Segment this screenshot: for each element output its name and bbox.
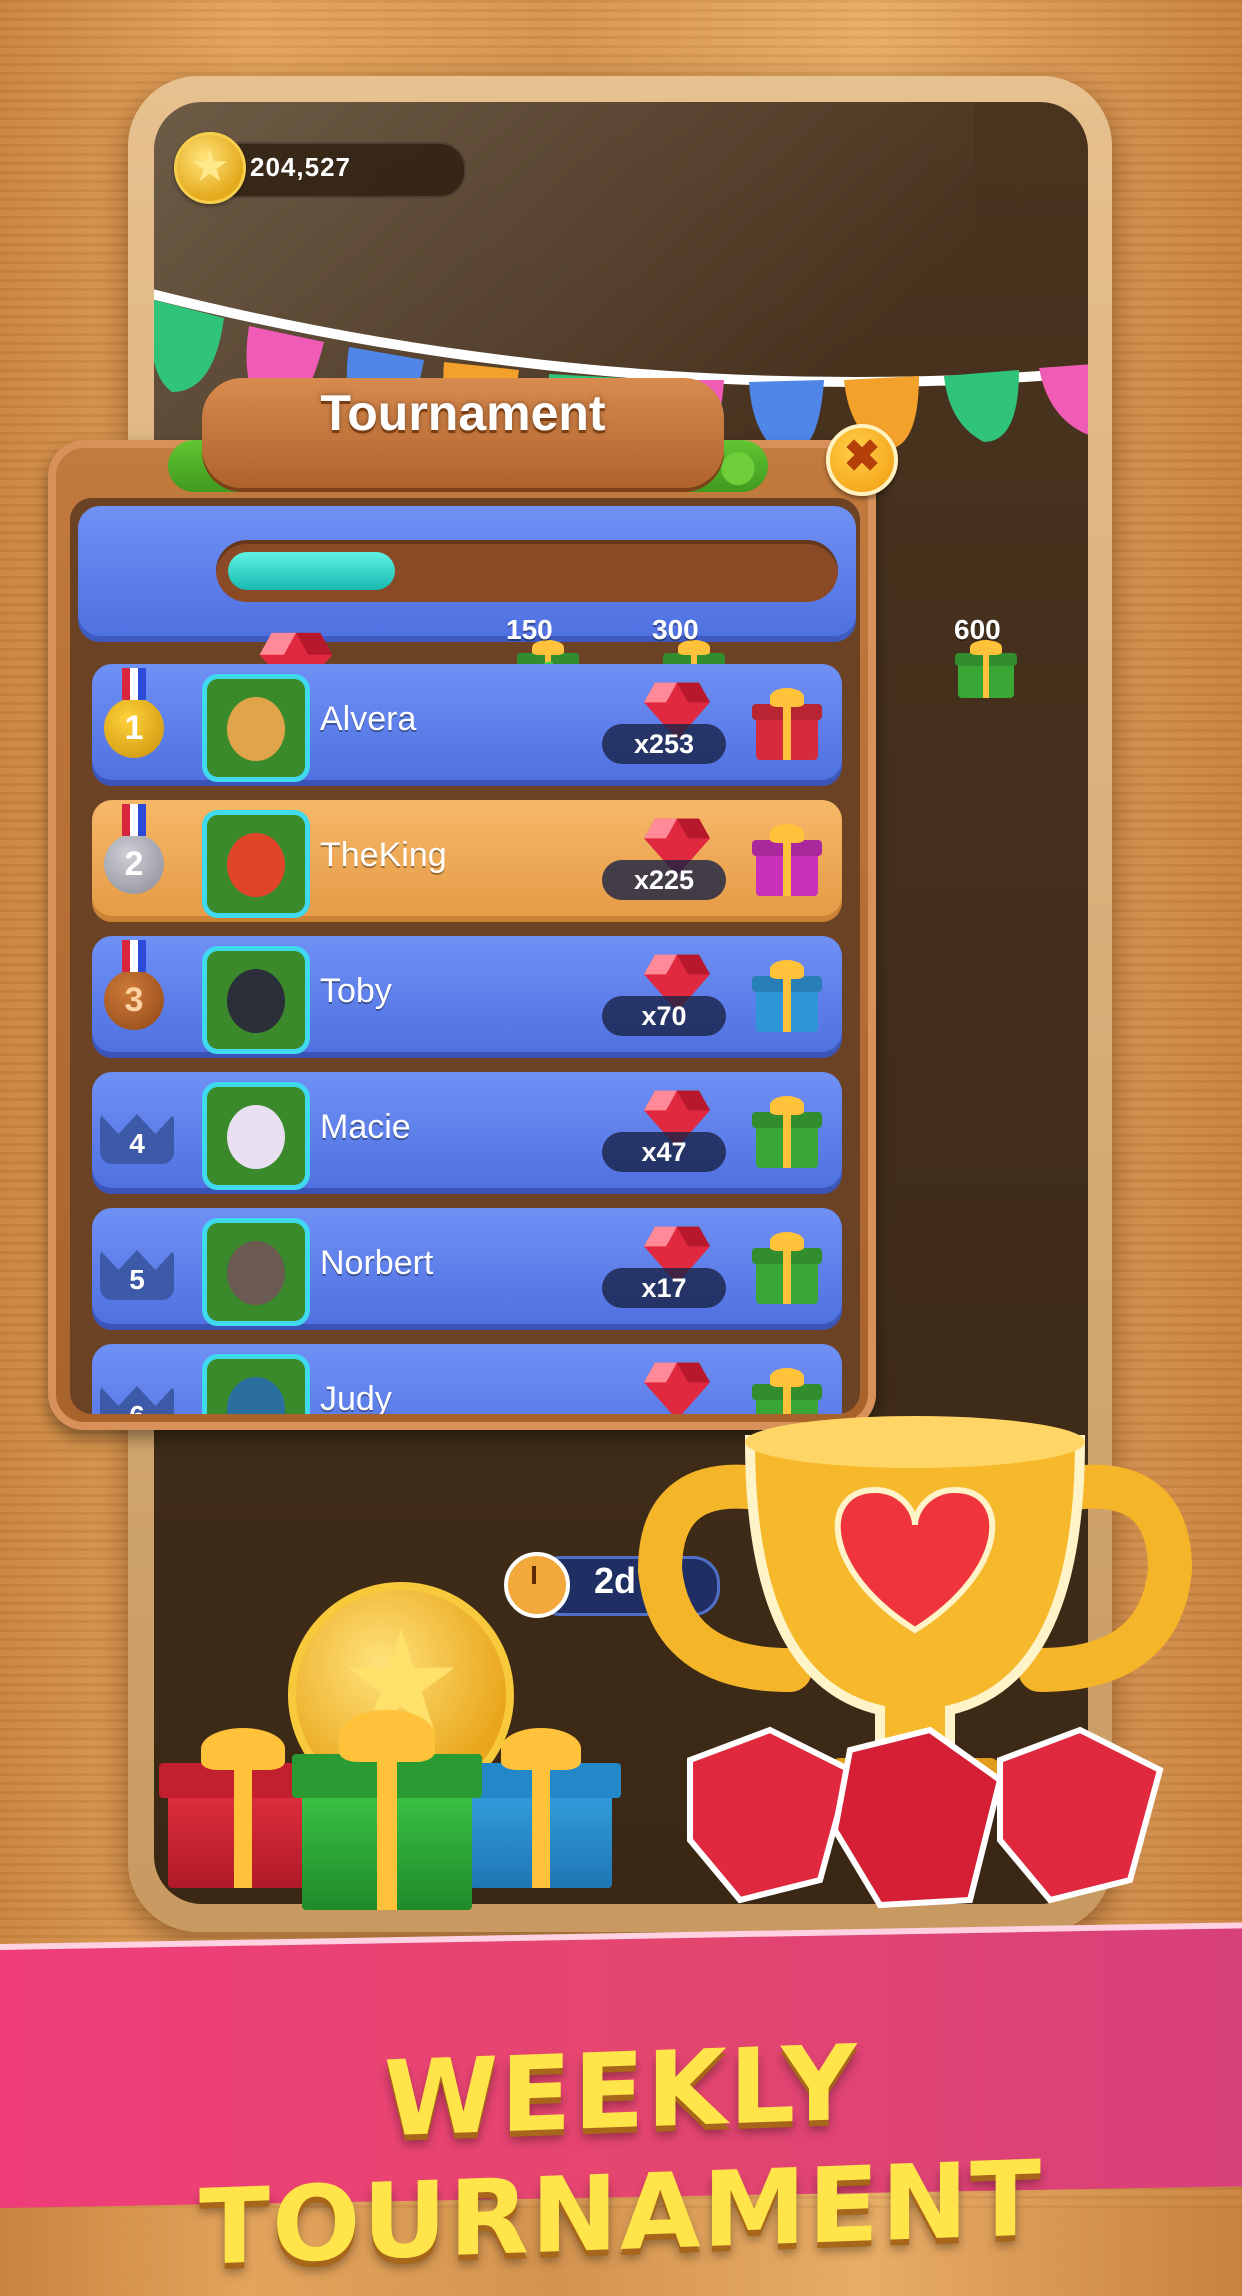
leaderboard-row[interactable]: 4 Macie x47 bbox=[92, 1072, 842, 1194]
milestone-label: 300 bbox=[652, 614, 699, 645]
close-icon: ✖ bbox=[843, 432, 881, 481]
gold-medal-icon: 1 bbox=[104, 668, 164, 758]
player-name: Alvera bbox=[320, 700, 417, 738]
coin-balance: 204,527 bbox=[250, 152, 351, 182]
stopwatch-icon bbox=[504, 1552, 570, 1618]
avatar-character-icon bbox=[227, 1377, 285, 1414]
avatar-character-icon bbox=[227, 833, 285, 897]
leaderboard-row[interactable]: 5 Norbert x17 bbox=[92, 1208, 842, 1330]
gem-count: x253 bbox=[602, 724, 726, 764]
leaderboard-row[interactable]: 1 Alvera x253 bbox=[92, 664, 842, 786]
player-avatar[interactable] bbox=[202, 1354, 310, 1414]
crown-icon: 6 bbox=[100, 1386, 174, 1414]
player-avatar[interactable] bbox=[202, 1082, 310, 1190]
player-name: Macie bbox=[320, 1108, 411, 1146]
player-avatar[interactable] bbox=[202, 674, 310, 782]
crown-icon: 5 bbox=[100, 1250, 174, 1300]
reward-gift-icon bbox=[752, 824, 822, 896]
gem-count: x17 bbox=[602, 1268, 726, 1308]
avatar-character-icon bbox=[227, 697, 285, 761]
player-avatar[interactable] bbox=[202, 1218, 310, 1326]
avatar-character-icon bbox=[227, 1241, 285, 1305]
gem-count: x47 bbox=[602, 1132, 726, 1172]
player-name: Toby bbox=[320, 972, 392, 1010]
promo-headline: WEEKLY TOURNAMENT bbox=[199, 2021, 1043, 2289]
avatar-character-icon bbox=[227, 969, 285, 1033]
leaderboard-row[interactable]: 2 TheKing x225 bbox=[92, 800, 842, 922]
panel-title: Tournament bbox=[320, 385, 606, 441]
player-name: Norbert bbox=[320, 1244, 434, 1282]
player-avatar[interactable] bbox=[202, 810, 310, 918]
trophy-icon bbox=[637, 1416, 1193, 1909]
gem-count: x70 bbox=[602, 996, 726, 1036]
milestone-gift-icon bbox=[954, 640, 1018, 698]
bronze-medal-icon: 3 bbox=[104, 940, 164, 1030]
blue-gift-icon bbox=[461, 1728, 621, 1888]
star-coin-icon bbox=[174, 132, 246, 204]
green-gift-icon bbox=[291, 1710, 483, 1910]
gem-count: x225 bbox=[602, 860, 726, 900]
close-button[interactable]: ✖ bbox=[826, 424, 898, 496]
player-name: TheKing bbox=[320, 836, 447, 874]
silver-medal-icon: 2 bbox=[104, 804, 164, 894]
reward-gift-icon bbox=[752, 960, 822, 1032]
player-avatar[interactable] bbox=[202, 946, 310, 1054]
red-gift-icon bbox=[159, 1728, 327, 1888]
crown-icon: 4 bbox=[100, 1114, 174, 1164]
player-name: Judy bbox=[320, 1380, 392, 1414]
reward-gift-icon bbox=[752, 688, 822, 760]
reward-gift-icon bbox=[752, 1232, 822, 1304]
milestone-label: 150 bbox=[506, 614, 553, 645]
leaderboard-row[interactable]: 3 Toby x70 bbox=[92, 936, 842, 1058]
progress-fill bbox=[228, 552, 395, 590]
leaderboard-list[interactable]: 1 Alvera x253 2 TheKing x225 3 Toby x70 4 Macie x47… bbox=[92, 664, 842, 1414]
avatar-character-icon bbox=[227, 1105, 285, 1169]
milestone-label: 600 bbox=[954, 614, 1001, 645]
reward-gift-icon bbox=[752, 1096, 822, 1168]
